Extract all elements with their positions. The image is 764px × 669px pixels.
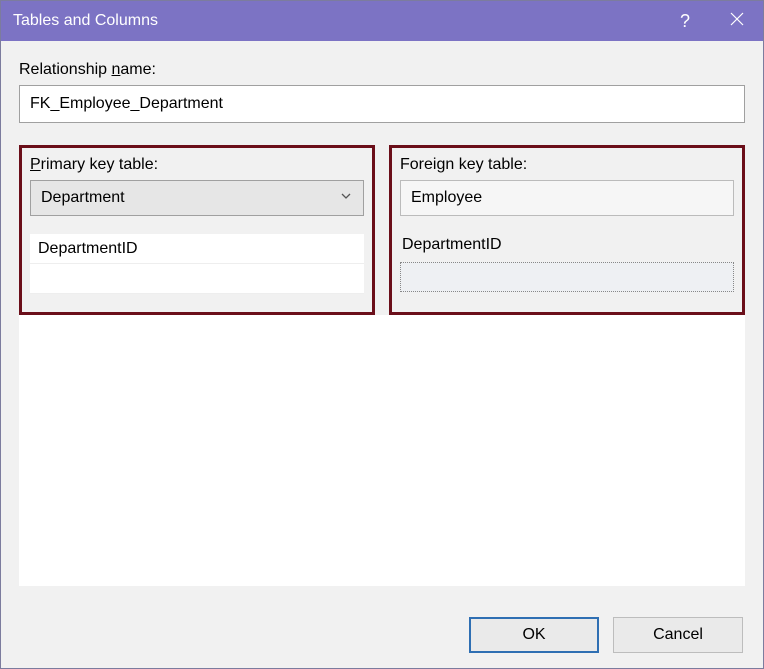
ok-button[interactable]: OK [469,617,599,653]
primary-key-column-name: DepartmentID [38,240,138,258]
close-icon [730,12,744,31]
close-button[interactable] [711,1,763,41]
primary-key-table-box: Primary key table: Department Department… [19,145,375,315]
help-button[interactable]: ? [659,1,711,41]
window-title: Tables and Columns [13,12,659,30]
foreign-key-column-row[interactable]: DepartmentID [400,230,734,260]
primary-key-column-row[interactable]: DepartmentID [30,234,364,264]
titlebar: Tables and Columns ? [1,1,763,41]
foreign-key-column-drop-cell[interactable] [400,262,734,292]
primary-key-table-selected: Department [41,189,339,207]
foreign-key-table-name-text: Employee [411,189,482,207]
foreign-key-column-name: DepartmentID [402,236,502,254]
foreign-key-table-box: Foreign key table: Employee DepartmentID [389,145,745,315]
relationship-name-label: Relationship name: [19,61,745,79]
primary-key-columns: DepartmentID [30,234,364,294]
cancel-button[interactable]: Cancel [613,617,743,653]
dialog-buttons: OK Cancel [1,602,763,668]
tables-row: Primary key table: Department Department… [19,145,745,315]
foreign-key-columns: DepartmentID [400,230,734,292]
help-icon: ? [680,11,690,32]
foreign-key-table-name: Employee [400,180,734,216]
dialog-window: Tables and Columns ? Relationship name: … [0,0,764,669]
foreign-key-table-label: Foreign key table: [400,156,734,174]
primary-key-table-dropdown[interactable]: Department [30,180,364,216]
primary-key-column-empty-row[interactable] [30,264,364,294]
primary-key-table-label: Primary key table: [30,156,364,174]
chevron-down-icon [339,189,353,208]
content-whitespace [19,315,745,586]
dialog-content: Relationship name: Primary key table: De… [1,41,763,602]
relationship-name-input[interactable] [19,85,745,123]
